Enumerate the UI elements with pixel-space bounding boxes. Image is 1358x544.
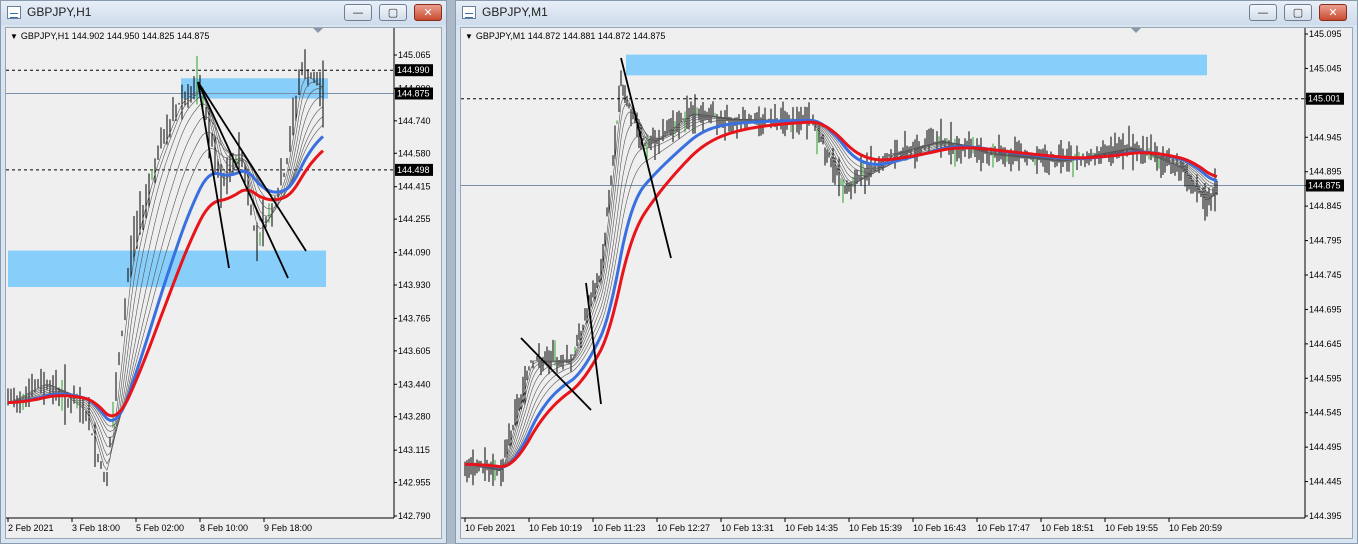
time-tick-label: 5 Feb 02:00 bbox=[136, 523, 184, 533]
time-tick-label: 10 Feb 14:35 bbox=[785, 523, 838, 533]
price-tick-label: 143.605 bbox=[398, 346, 431, 356]
minimize-button[interactable]: — bbox=[1249, 4, 1277, 21]
trend-line bbox=[197, 81, 289, 279]
price-tick-label: 144.645 bbox=[1309, 339, 1342, 349]
price-level-tag: 144.990 bbox=[397, 65, 430, 75]
time-tick-label: 2 Feb 2021 bbox=[8, 523, 54, 533]
time-tick-label: 10 Feb 15:39 bbox=[849, 523, 902, 533]
price-tick-label: 143.765 bbox=[398, 313, 431, 323]
time-tick-label: 10 Feb 18:51 bbox=[1041, 523, 1094, 533]
price-tick-label: 142.955 bbox=[398, 478, 431, 488]
price-tick-label: 145.045 bbox=[1309, 63, 1342, 73]
chart-shift-marker-icon bbox=[313, 28, 323, 33]
ema-line bbox=[465, 118, 1218, 469]
time-tick-label: 10 Feb 20:59 bbox=[1169, 523, 1222, 533]
price-tick-label: 144.695 bbox=[1309, 304, 1342, 314]
close-button[interactable]: ✕ bbox=[1319, 4, 1347, 21]
close-button[interactable]: ✕ bbox=[414, 4, 442, 21]
price-tick-label: 144.545 bbox=[1309, 408, 1342, 418]
price-tick-label: 144.740 bbox=[398, 116, 431, 126]
price-chart-area[interactable]: ▼ GBPJPY,M1 144.872 144.881 144.872 144.8… bbox=[460, 27, 1353, 539]
price-level-tag: 145.001 bbox=[1308, 94, 1341, 104]
time-tick-label: 10 Feb 17:47 bbox=[977, 523, 1030, 533]
price-tick-label: 144.895 bbox=[1309, 167, 1342, 177]
price-bars bbox=[464, 70, 1218, 487]
price-tick-label: 143.280 bbox=[398, 412, 431, 422]
price-tick-label: 145.095 bbox=[1309, 29, 1342, 39]
chart-canvas[interactable]: 145.095 145.045 145.001 144.945 144.895 144.8… bbox=[461, 28, 1353, 539]
time-tick-label: 10 Feb 10:19 bbox=[529, 523, 582, 533]
price-tick-label: 144.495 bbox=[1309, 442, 1342, 452]
title-bar[interactable]: GBPJPY,M1 — ▢ ✕ bbox=[456, 1, 1357, 25]
trend-line bbox=[620, 57, 672, 259]
maximize-button[interactable]: ▢ bbox=[379, 4, 407, 21]
chart-window-icon bbox=[7, 6, 21, 19]
price-tick-label: 144.745 bbox=[1309, 270, 1342, 280]
price-tick-label: 143.115 bbox=[398, 445, 430, 455]
price-level-tag: 144.875 bbox=[397, 89, 430, 99]
ema-line bbox=[465, 115, 1218, 470]
time-tick-label: 10 Feb 11:23 bbox=[593, 523, 645, 533]
time-tick-label: 10 Feb 2021 bbox=[465, 523, 516, 533]
time-tick-label: 10 Feb 19:55 bbox=[1105, 523, 1158, 533]
chart-window-h1[interactable]: GBPJPY,H1 — ▢ ✕ ▼ GBPJPY,H1 144.902 144.9… bbox=[0, 0, 447, 544]
maximize-button[interactable]: ▢ bbox=[1284, 4, 1312, 21]
chart-canvas[interactable]: 145.065144.900144.740144.580144.415144.2… bbox=[6, 28, 442, 539]
price-tick-label: 144.595 bbox=[1309, 373, 1342, 383]
price-level-tag: 144.875 bbox=[1308, 180, 1341, 190]
price-tick-label: 144.580 bbox=[398, 148, 431, 158]
title-bar[interactable]: GBPJPY,H1 — ▢ ✕ bbox=[1, 1, 446, 25]
window-title: GBPJPY,M1 bbox=[482, 5, 548, 19]
price-tick-label: 144.845 bbox=[1309, 201, 1342, 211]
price-level-tag: 144.498 bbox=[397, 165, 430, 175]
ema-line bbox=[465, 116, 1218, 470]
price-tick-label: 145.065 bbox=[398, 50, 431, 60]
price-axis-labels: 145.065144.900144.740144.580144.415144.2… bbox=[398, 50, 431, 521]
price-tick-label: 144.445 bbox=[1309, 477, 1342, 487]
price-tick-label: 144.945 bbox=[1309, 132, 1342, 142]
price-tick-label: 143.930 bbox=[398, 280, 431, 290]
time-tick-label: 10 Feb 16:43 bbox=[913, 523, 966, 533]
time-tick-label: 3 Feb 18:00 bbox=[72, 523, 120, 533]
ema-red-line bbox=[465, 120, 1218, 469]
price-tick-label: 144.415 bbox=[398, 182, 431, 192]
ema-line bbox=[464, 96, 1218, 472]
supply-demand-zone bbox=[626, 54, 1207, 76]
minimize-button[interactable]: — bbox=[344, 4, 372, 21]
chart-window-icon bbox=[462, 6, 476, 19]
ema-line bbox=[464, 102, 1218, 471]
price-tick-label: 144.090 bbox=[398, 248, 431, 258]
ema-line bbox=[464, 111, 1218, 471]
price-chart-area[interactable]: ▼ GBPJPY,H1 144.902 144.950 144.825 144.8… bbox=[5, 27, 442, 539]
time-tick-label: 10 Feb 12:27 bbox=[657, 523, 710, 533]
price-tick-label: 143.440 bbox=[398, 379, 431, 389]
chart-shift-marker-icon bbox=[1131, 28, 1141, 33]
time-tick-label: 8 Feb 10:00 bbox=[200, 523, 248, 533]
price-tick-label: 144.795 bbox=[1309, 236, 1342, 246]
time-tick-label: 10 Feb 13:31 bbox=[721, 523, 774, 533]
price-tick-label: 142.790 bbox=[398, 511, 431, 521]
window-title: GBPJPY,H1 bbox=[27, 5, 92, 19]
chart-window-m1[interactable]: GBPJPY,M1 — ▢ ✕ ▼ GBPJPY,M1 144.872 144.8… bbox=[455, 0, 1358, 544]
price-tick-label: 144.255 bbox=[398, 214, 431, 224]
price-tick-label: 144.395 bbox=[1309, 511, 1342, 521]
time-tick-label: 9 Feb 18:00 bbox=[264, 523, 312, 533]
